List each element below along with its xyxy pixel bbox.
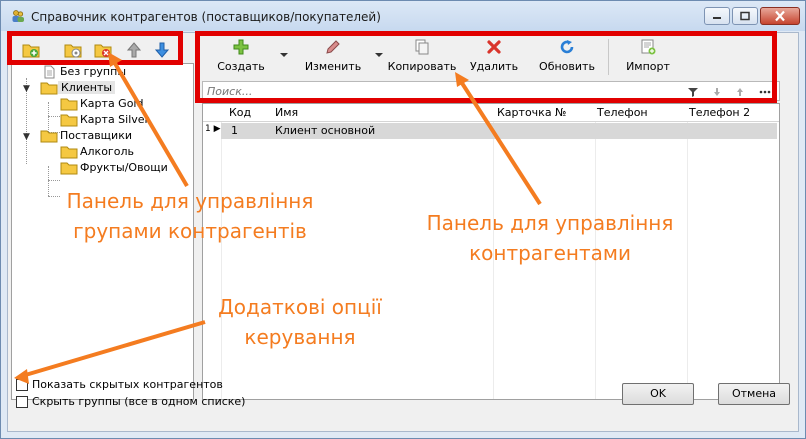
column-header-phone[interactable]: Телефон [597, 106, 648, 119]
groups-toolbar-highlight [7, 31, 183, 65]
counterparties-toolbar-highlight [195, 31, 777, 103]
annotation-groups-panel: Панель для управління групами контрагент… [66, 189, 314, 243]
folder-icon [40, 82, 58, 95]
folder-icon [60, 114, 78, 127]
cell-name: Клиент основной [275, 124, 376, 137]
close-icon [775, 10, 785, 22]
collapse-clients-toggle[interactable]: ▼ [23, 84, 30, 94]
minimize-button[interactable] [704, 7, 730, 25]
cancel-button[interactable]: Отмена [718, 383, 790, 405]
folder-icon [60, 98, 78, 111]
table-header: Код Имя Карточка № Телефон Телефон 2 [203, 104, 779, 122]
column-header-card[interactable]: Карточка № [497, 106, 567, 119]
document-icon [44, 65, 55, 79]
column-header-name[interactable]: Имя [275, 106, 298, 119]
annotation-counterparties-panel: Панель для управління контрагентами [426, 211, 674, 265]
column-header-phone2[interactable]: Телефон 2 [689, 106, 750, 119]
title-bar[interactable]: Справочник контрагентов (поставщиков/пок… [1, 1, 805, 31]
ok-button[interactable]: OK [622, 383, 694, 405]
folder-icon [40, 130, 58, 143]
row-indicator: 1 ▶ [205, 124, 221, 134]
maximize-button[interactable] [732, 7, 758, 25]
cell-code: 1 [231, 124, 238, 137]
checkbox-box[interactable] [16, 396, 28, 408]
minimize-icon [713, 17, 721, 19]
folder-icon [60, 146, 78, 159]
column-header-code[interactable]: Код [229, 106, 251, 119]
close-button[interactable] [760, 7, 800, 25]
checkbox-box[interactable] [16, 379, 28, 391]
folder-icon [60, 162, 78, 175]
collapse-suppliers-toggle[interactable]: ▼ [23, 132, 30, 142]
maximize-icon [740, 11, 750, 21]
annotation-extra-options: Додаткові опції керування [218, 295, 382, 349]
table-row[interactable]: 1 ▶ 1 Клиент основной [203, 123, 779, 139]
window-title: Справочник контрагентов (поставщиков/пок… [31, 10, 381, 24]
users-icon [12, 10, 24, 22]
